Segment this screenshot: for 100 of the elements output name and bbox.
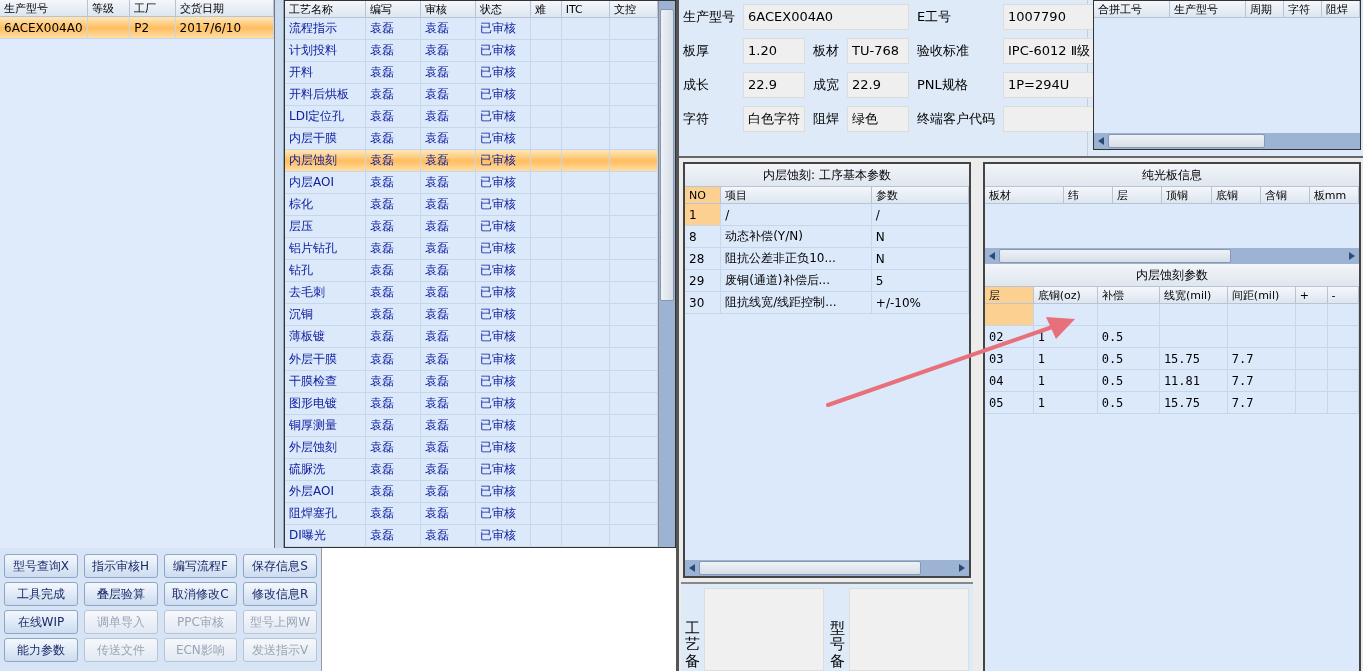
table-row[interactable]: 铝片钻孔 袁磊 袁磊 已审核 [285,237,658,260]
column-header[interactable]: 工厂 [129,0,176,17]
table-row[interactable]: 03 1 0.5 15.75 7.7 [985,347,1359,370]
table-row[interactable]: 29 废铜(通道)补偿后... 5 [685,269,969,292]
table-row[interactable]: 钻孔 袁磊 袁磊 已审核 [285,259,658,282]
column-header[interactable]: + [1295,287,1328,304]
left-arrow-icon[interactable] [687,563,697,573]
toolbar-button[interactable]: 型号查询X [4,554,78,578]
input-field[interactable]: IPC-6012 Ⅱ级 [1003,38,1096,64]
table-row[interactable]: 干膜检查 袁磊 袁磊 已审核 [285,370,658,393]
column-header[interactable]: 阻焊 [1321,1,1360,18]
column-header[interactable]: 顶铜 [1161,187,1212,204]
column-header[interactable]: 底铜(oz) [1033,287,1098,304]
toolbar-button[interactable]: 指示审核H [83,554,158,578]
table-row[interactable]: 8 动态补偿(Y/N) N [685,225,969,248]
table-row[interactable]: 外层干膜 袁磊 袁磊 已审核 [285,348,658,370]
table-row[interactable]: 内层干膜 袁磊 袁磊 已审核 [285,127,658,150]
right-arrow-icon[interactable] [957,563,967,573]
column-header[interactable]: 字符 [1283,1,1322,18]
splitter[interactable] [275,0,284,548]
table-row[interactable]: 28 阻抗公差非正负10... N [685,247,969,270]
toolbar-button[interactable]: 编写流程F [163,554,238,578]
column-header[interactable]: 编写 [365,1,421,18]
toolbar-button[interactable]: 叠层验算 [83,582,158,606]
table-row[interactable]: DI曝光 袁磊 袁磊 已审核 [285,524,658,547]
input-field[interactable]: 6ACEX004A0 [743,4,909,30]
toolbar-button[interactable]: 在线WIP [4,610,78,634]
scrollbar[interactable] [985,248,1359,264]
column-header[interactable]: 等级 [87,0,130,17]
column-header[interactable]: 层 [985,287,1034,304]
scrollbar[interactable] [658,1,675,547]
table-row[interactable]: 铜厚测量 袁磊 袁磊 已审核 [285,414,658,437]
column-header[interactable]: NO [685,187,721,204]
toolbar-button[interactable]: 取消修改C [163,582,238,606]
input-field[interactable]: 1007790 [1003,4,1096,30]
column-header[interactable]: 间距(mil) [1227,287,1296,304]
column-header[interactable]: 周期 [1245,1,1284,18]
column-header[interactable]: 补偿 [1097,287,1160,304]
column-header[interactable]: 工艺名称 [285,1,365,18]
table-row[interactable]: 外层AOI 袁磊 袁磊 已审核 [285,480,658,503]
table-row[interactable]: 开料后烘板 袁磊 袁磊 已审核 [285,83,658,106]
column-header[interactable]: 状态 [475,1,531,18]
column-header[interactable]: 板mm [1309,187,1359,204]
table-row[interactable]: 阻焊塞孔 袁磊 袁磊 已审核 [285,502,658,525]
memo-field[interactable] [704,588,824,671]
table-row[interactable]: 04 1 0.5 11.81 7.7 [985,369,1359,392]
column-header[interactable]: 纬 [1063,187,1113,204]
table-row[interactable]: 内层蚀刻 袁磊 袁磊 已审核 [285,149,658,172]
table-row[interactable]: 沉铜 袁磊 袁磊 已审核 [285,303,658,326]
column-header[interactable]: 含铜 [1260,187,1310,204]
input-field[interactable]: 22.9 [743,72,805,98]
scrollbar[interactable] [685,560,969,576]
table-row[interactable]: 计划投料 袁磊 袁磊 已审核 [285,39,658,62]
toolbar-button[interactable]: 能力参数 [4,638,78,662]
input-field[interactable]: 22.9 [847,72,909,98]
table-row[interactable]: 去毛刺 袁磊 袁磊 已审核 [285,281,658,304]
input-field[interactable]: 1P=294U [1003,72,1096,98]
column-header[interactable]: 文控 [609,1,658,18]
column-header[interactable]: 交货日期 [175,0,274,17]
table-row[interactable]: 05 1 0.5 15.75 7.7 [985,391,1359,414]
table-row[interactable]: 6ACEX004A0 P2 2017/6/10 [0,16,274,39]
toolbar-button[interactable]: 保存信息S [243,554,317,578]
column-header[interactable]: 审核 [420,1,476,18]
column-header[interactable]: 项目 [720,187,872,204]
table-row[interactable]: 棕化 袁磊 袁磊 已审核 [285,193,658,216]
table-row[interactable]: 薄板镀 袁磊 袁磊 已审核 [285,325,658,348]
table-row[interactable]: 1 / / [685,203,969,226]
table-row[interactable]: LDI定位孔 袁磊 袁磊 已审核 [285,105,658,128]
column-header[interactable]: ITC [561,1,610,18]
table-row[interactable]: 图形电镀 袁磊 袁磊 已审核 [285,392,658,415]
table-row[interactable]: 开料 袁磊 袁磊 已审核 [285,61,658,84]
column-header[interactable]: 难 [530,1,562,18]
column-header[interactable]: 线宽(mil) [1159,287,1228,304]
toolbar-button[interactable]: 修改信息R [243,582,317,606]
column-header[interactable]: 板材 [985,187,1064,204]
left-arrow-icon[interactable] [987,251,997,261]
table-cell: 袁磊 [420,458,476,481]
memo-field[interactable] [849,588,969,671]
scrollbar[interactable] [1094,133,1360,149]
input-field[interactable] [1003,106,1096,132]
table-row[interactable]: 30 阻抗线宽/线距控制... +/-10% [685,291,969,314]
column-header[interactable]: 层 [1112,187,1162,204]
input-field[interactable]: TU-768 [847,38,909,64]
column-header[interactable]: 底铜 [1211,187,1261,204]
table-row[interactable]: 外层蚀刻 袁磊 袁磊 已审核 [285,436,658,459]
column-header[interactable]: 生产型号 [1169,1,1246,18]
column-header[interactable]: 合拼工号 [1094,1,1170,18]
table-row[interactable]: 层压 袁磊 袁磊 已审核 [285,215,658,238]
column-header[interactable]: 参数 [871,187,969,204]
table-row[interactable]: 流程指示 袁磊 袁磊 已审核 [285,17,658,40]
input-field[interactable]: 绿色 [847,106,909,132]
table-row[interactable]: 内层AOI 袁磊 袁磊 已审核 [285,171,658,194]
left-arrow-icon[interactable] [1096,136,1106,146]
input-field[interactable]: 1.20 [743,38,805,64]
toolbar-button[interactable]: 工具完成 [4,582,78,606]
column-header[interactable]: - [1327,287,1359,304]
right-arrow-icon[interactable] [1347,251,1357,261]
input-field[interactable]: 白色字符 [743,106,805,132]
column-header[interactable]: 生产型号 [0,0,88,17]
table-row[interactable]: 硫脲洗 袁磊 袁磊 已审核 [285,458,658,481]
